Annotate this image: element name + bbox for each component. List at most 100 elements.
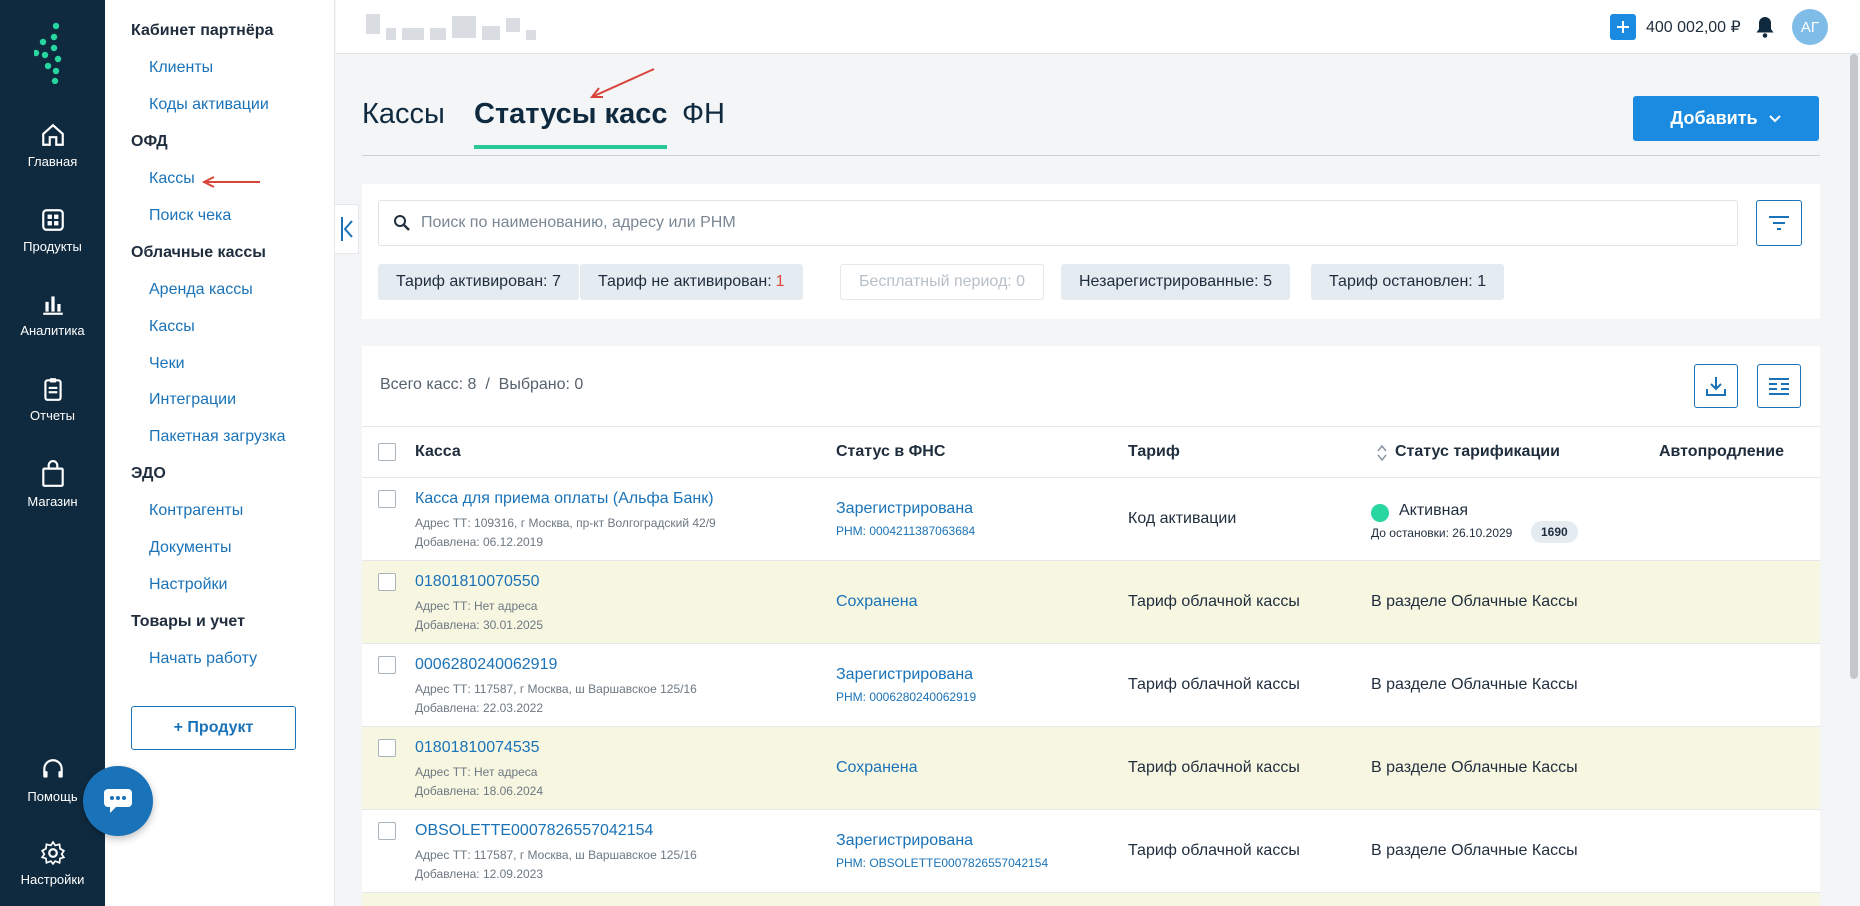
sidebar-group-title: Облачные кассы bbox=[131, 244, 266, 261]
collapse-sidebar-button[interactable] bbox=[335, 204, 359, 254]
table-row[interactable]: Касса для приема оплаты (Альфа Банк) Адр… bbox=[362, 478, 1820, 561]
gear-icon bbox=[40, 840, 65, 866]
search-box[interactable] bbox=[378, 200, 1738, 246]
tab-registers[interactable]: Кассы bbox=[362, 98, 445, 145]
main-nav-rail: Главная Продукты Аналитика Отчеты Магази… bbox=[0, 0, 105, 906]
register-added-date: Добавлена: 18.06.2024 bbox=[415, 784, 544, 798]
columns-icon bbox=[1769, 378, 1789, 395]
column-header-billing-status[interactable]: Статус тарификации bbox=[1395, 443, 1560, 461]
rail-item-reports[interactable]: Отчеты bbox=[0, 376, 105, 423]
download-button[interactable] bbox=[1694, 364, 1738, 408]
sidebar-item-clients[interactable]: Клиенты bbox=[149, 59, 213, 77]
sidebar-item-receipt-search[interactable]: Поиск чека bbox=[149, 207, 231, 225]
rail-item-label: Настройки bbox=[20, 872, 85, 887]
rail-item-label: Продукты bbox=[23, 239, 82, 254]
brand-logo-icon bbox=[34, 22, 62, 84]
row-checkbox[interactable] bbox=[378, 573, 396, 591]
sidebar-item-ofd-registers[interactable]: Кассы bbox=[149, 170, 195, 188]
sidebar-item-integrations[interactable]: Интеграции bbox=[149, 391, 236, 409]
register-name-link[interactable]: Касса для приема оплаты (Альфа Банк) bbox=[415, 490, 714, 508]
rail-item-label: Магазин bbox=[27, 494, 78, 509]
register-name-link[interactable]: 01801810070550 bbox=[415, 573, 540, 591]
add-product-button[interactable]: + Продукт bbox=[131, 706, 296, 750]
chat-button[interactable] bbox=[83, 766, 153, 836]
page-scrollbar[interactable] bbox=[1848, 54, 1860, 906]
select-all-checkbox[interactable] bbox=[378, 443, 396, 461]
home-icon bbox=[41, 123, 64, 146]
headset-icon bbox=[42, 759, 63, 778]
column-header-register: Касса bbox=[415, 443, 461, 460]
fns-status-link[interactable]: Сохранена bbox=[836, 759, 918, 777]
row-checkbox[interactable] bbox=[378, 656, 396, 674]
table-row[interactable]: 0006280240062919 Адрес ТТ: 117587, г Мос… bbox=[362, 644, 1820, 727]
chip-label: Незарегистрированные: bbox=[1079, 273, 1259, 290]
rail-item-products[interactable]: Продукты bbox=[0, 207, 105, 254]
scrollbar-thumb[interactable] bbox=[1850, 54, 1858, 679]
clipboard-icon bbox=[43, 378, 62, 401]
register-name-link[interactable]: 01801810074535 bbox=[415, 739, 540, 757]
row-checkbox[interactable] bbox=[378, 490, 396, 508]
register-name-link[interactable]: OBSOLETTE0007826557042154 bbox=[415, 822, 653, 840]
billing-status: В разделе Облачные Кассы bbox=[1371, 842, 1578, 859]
sidebar-item-batch-upload[interactable]: Пакетная загрузка bbox=[149, 428, 286, 446]
table-row[interactable]: 01801810070550 Адрес ТТ: Нет адреса Доба… bbox=[362, 561, 1820, 644]
row-checkbox[interactable] bbox=[378, 739, 396, 757]
chip-label: Тариф не активирован: bbox=[598, 273, 772, 290]
sidebar-item-counterparties[interactable]: Контрагенты bbox=[149, 502, 243, 520]
sidebar-item-cloud-registers[interactable]: Кассы bbox=[149, 318, 195, 336]
search-icon bbox=[394, 215, 410, 231]
sidebar-item-edo-settings[interactable]: Настройки bbox=[149, 576, 227, 594]
table-row[interactable]: 01801810074535 Адрес ТТ: Нет адреса Доба… bbox=[362, 727, 1820, 810]
add-button-label: Добавить bbox=[1670, 108, 1758, 128]
row-checkbox[interactable] bbox=[378, 822, 396, 840]
sidebar-item-activation-codes[interactable]: Коды активации bbox=[149, 96, 269, 114]
top-up-balance-button[interactable] bbox=[1610, 14, 1636, 40]
chip-free-period[interactable]: Бесплатный период: 0 bbox=[840, 264, 1045, 300]
chevron-left-icon bbox=[340, 217, 353, 241]
chip-label: Тариф остановлен: bbox=[1329, 273, 1473, 290]
register-address: Адрес ТТ: 117587, г Москва, ш Варшавское… bbox=[415, 848, 697, 862]
register-rnm: РНМ: 0006280240062919 bbox=[836, 690, 977, 704]
chevron-down-icon bbox=[1768, 114, 1781, 122]
table-header: Касса Статус в ФНС Тариф Статус тарифика… bbox=[362, 426, 1820, 478]
fns-status-link[interactable]: Зарегистрирована bbox=[836, 832, 973, 850]
rail-item-shop[interactable]: Магазин bbox=[0, 460, 105, 509]
table-row[interactable]: OBSOLETTE0007826557042154 Адрес ТТ: 1175… bbox=[362, 810, 1820, 893]
register-address: Адрес ТТ: 117587, г Москва, ш Варшавское… bbox=[415, 682, 697, 696]
rail-item-settings[interactable]: Настройки bbox=[0, 840, 105, 887]
table-row[interactable] bbox=[362, 893, 1820, 906]
chip-tariff-stopped[interactable]: Тариф остановлен: 1 bbox=[1311, 264, 1505, 300]
sidebar-item-start-work[interactable]: Начать работу bbox=[149, 650, 257, 668]
filter-button[interactable] bbox=[1756, 200, 1802, 246]
sidebar-item-documents[interactable]: Документы bbox=[149, 539, 231, 557]
tab-fiscal-drives[interactable]: ФН bbox=[682, 98, 725, 145]
fns-status-link[interactable]: Зарегистрирована bbox=[836, 500, 973, 518]
fns-status-link[interactable]: Сохранена bbox=[836, 593, 918, 611]
fns-status-link[interactable]: Зарегистрирована bbox=[836, 666, 973, 684]
register-address: Адрес ТТ: Нет адреса bbox=[415, 599, 538, 613]
chip-count: 0 bbox=[1016, 273, 1026, 290]
user-avatar[interactable]: АГ bbox=[1792, 9, 1828, 45]
chip-tariff-not-activated[interactable]: Тариф не активирован: 1 bbox=[580, 264, 803, 300]
chip-count: 7 bbox=[551, 273, 561, 290]
chip-unregistered[interactable]: Незарегистрированные: 5 bbox=[1061, 264, 1290, 300]
bell-icon[interactable] bbox=[1755, 15, 1775, 39]
add-button[interactable]: Добавить bbox=[1633, 96, 1819, 141]
rail-item-home[interactable]: Главная bbox=[0, 122, 105, 169]
plus-icon bbox=[1617, 21, 1629, 33]
sidebar-item-register-rent[interactable]: Аренда кассы bbox=[149, 281, 253, 299]
sort-icon[interactable] bbox=[1377, 444, 1387, 462]
company-logo bbox=[366, 14, 576, 40]
rail-item-analytics[interactable]: Аналитика bbox=[0, 291, 105, 338]
register-address: Адрес ТТ: Нет адреса bbox=[415, 765, 538, 779]
top-bar: 400 002,00 ₽ АГ bbox=[336, 0, 1860, 54]
tab-register-statuses[interactable]: Статусы касс bbox=[474, 98, 668, 149]
search-input[interactable] bbox=[421, 214, 1721, 232]
register-name-link[interactable]: 0006280240062919 bbox=[415, 656, 557, 674]
grid-icon bbox=[41, 209, 64, 231]
account-balance[interactable]: 400 002,00 ₽ bbox=[1646, 17, 1741, 37]
sidebar-item-receipts[interactable]: Чеки bbox=[149, 355, 185, 373]
columns-settings-button[interactable] bbox=[1757, 364, 1801, 408]
registers-table-card: Всего касс: 8 / Выбрано: 0 Касса Статус … bbox=[362, 346, 1820, 906]
chip-tariff-activated[interactable]: Тариф активирован: 7 bbox=[378, 264, 579, 300]
